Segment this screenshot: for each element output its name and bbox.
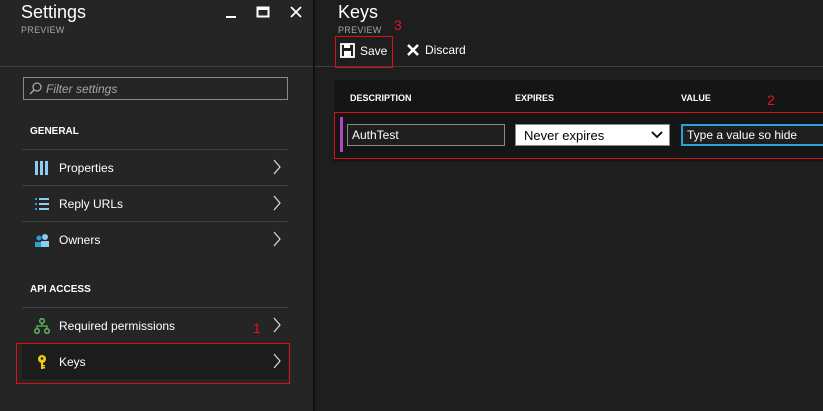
settings-title: Settings [21,2,87,22]
toolbar-divider [315,66,823,67]
value-input[interactable] [681,124,823,146]
column-header-value: VALUE [681,93,711,103]
minimize-icon[interactable] [221,2,241,22]
sidebar-item-reply-urls[interactable]: Reply URLs [22,185,288,221]
filter-settings-input[interactable] [42,81,276,96]
annotation-number-3: 3 [394,17,402,33]
keys-subtitle: PREVIEW [338,25,382,35]
description-input[interactable] [347,124,505,146]
row-marker [340,117,343,152]
section-label-api-access: API ACCESS [30,284,91,295]
annotation-number-2: 2 [767,92,775,108]
chevron-right-icon [272,158,282,181]
settings-blade: Settings PREVIEW GENERAL Properties Repl… [0,0,313,411]
sidebar-item-required-permissions[interactable]: Required permissions [22,307,288,343]
discard-label: Discard [425,43,466,57]
expires-select[interactable]: Never expires [515,124,670,146]
annotation-box-save [335,36,393,68]
users-icon [33,231,51,249]
column-header-expires: EXPIRES [515,93,555,103]
sidebar-item-properties[interactable]: Properties [22,149,288,185]
search-icon [29,82,42,95]
properties-icon [33,159,51,177]
sidebar-item-owners[interactable]: Owners [22,221,288,257]
header-divider [0,66,313,67]
network-icon [33,317,51,335]
keys-title: Keys [338,2,379,22]
maximize-icon[interactable] [253,2,273,22]
chevron-down-icon [651,129,663,141]
expires-selected-value: Never expires [524,127,605,143]
chevron-right-icon [272,316,282,339]
sidebar-item-label: Required permissions [59,318,176,333]
chevron-right-icon [272,230,282,253]
annotation-number-1: 1 [253,320,261,336]
sidebar-item-label: Reply URLs [59,196,124,211]
list-icon [33,195,51,213]
annotation-box-keys [16,343,290,384]
sidebar-item-label: Owners [59,232,101,247]
discard-button[interactable]: Discard [406,43,466,57]
discard-icon [406,43,420,57]
chevron-right-icon [272,194,282,217]
filter-settings-box[interactable] [23,77,288,100]
sidebar-item-label: Properties [59,160,114,175]
column-header-description: DESCRIPTION [350,93,412,103]
close-icon[interactable] [286,2,306,22]
settings-subtitle: PREVIEW [21,25,65,35]
section-label-general: GENERAL [30,126,79,137]
